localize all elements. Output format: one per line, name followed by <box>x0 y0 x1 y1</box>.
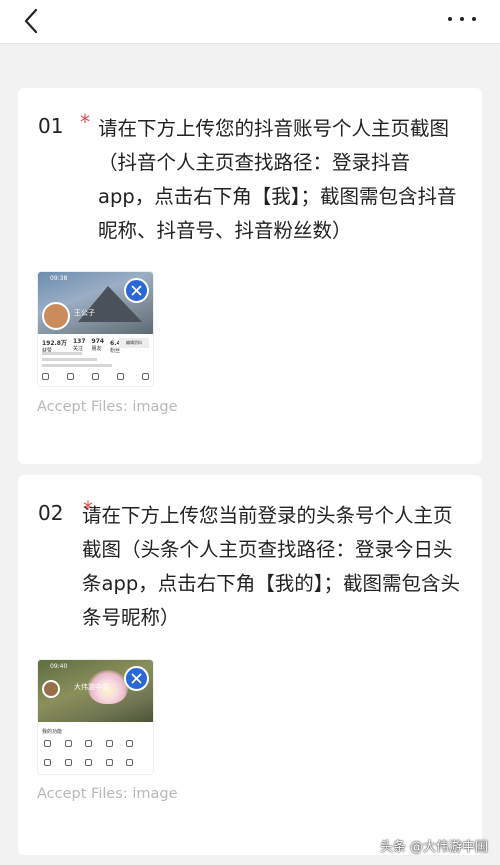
uploaded-image-thumbnail[interactable]: 09:40 大伟游中国 我的功能 <box>37 659 154 775</box>
uploaded-image-thumbnail[interactable]: 09:38 王公子 192.8万获赞 137关注 974朋友 6.4万粉丝 编辑… <box>37 271 154 387</box>
chevron-left-icon <box>24 8 38 34</box>
thumbnail-profile-name: 王公子 <box>74 309 95 317</box>
stat-value: 974 <box>91 338 105 345</box>
accept-files-hint: Accept Files: image <box>37 399 178 415</box>
question-number: 02 <box>38 501 64 525</box>
close-icon <box>131 673 142 684</box>
remove-image-button[interactable] <box>124 278 149 303</box>
watermark: 头条 @大伟游中国 <box>379 840 488 855</box>
ellipsis-icon-dot <box>472 17 476 21</box>
thumbnail-icon-grid <box>44 740 147 766</box>
question-card-1: 01 * 请在下方上传您的抖音账号个人主页截图（抖音个人主页查找路径：登录抖音a… <box>18 88 482 464</box>
thumbnail-bio-lines <box>42 352 112 370</box>
accept-files-hint: Accept Files: image <box>37 786 178 802</box>
avatar <box>42 680 60 698</box>
question-text: 请在下方上传您当前登录的头条号个人主页截图（头条个人主页查找路径：登录今日头条a… <box>82 504 460 629</box>
top-navigation-bar <box>0 0 500 44</box>
thumbnail-time: 09:40 <box>50 663 68 670</box>
more-options-button[interactable] <box>448 12 476 26</box>
question-number: 01 <box>38 114 64 138</box>
ellipsis-icon-dot <box>460 17 464 21</box>
thumbnail-section-title: 我的功能 <box>42 729 63 735</box>
thumbnail-profile-name: 大伟游中国 <box>74 683 109 691</box>
close-icon <box>131 285 142 296</box>
thumbnail-icon-row <box>42 373 149 380</box>
stat-value: 137 <box>72 338 86 345</box>
stat-label: 粉丝 <box>110 348 121 354</box>
thumbnail-edit-profile: 编辑资料 <box>119 338 149 348</box>
thumbnail-time: 09:38 <box>50 275 68 282</box>
question-card-2: 02 * 请在下方上传您当前登录的头条号个人主页截图（头条个人主页查找路径：登录… <box>18 475 482 855</box>
stat-value: 192.8万 <box>42 340 67 347</box>
remove-image-button[interactable] <box>124 666 149 691</box>
ellipsis-icon-dot <box>448 17 452 21</box>
back-button[interactable] <box>18 6 48 36</box>
avatar <box>42 302 70 330</box>
question-text: 请在下方上传您的抖音账号个人主页截图（抖音个人主页查找路径：登录抖音app，点击… <box>98 117 457 242</box>
